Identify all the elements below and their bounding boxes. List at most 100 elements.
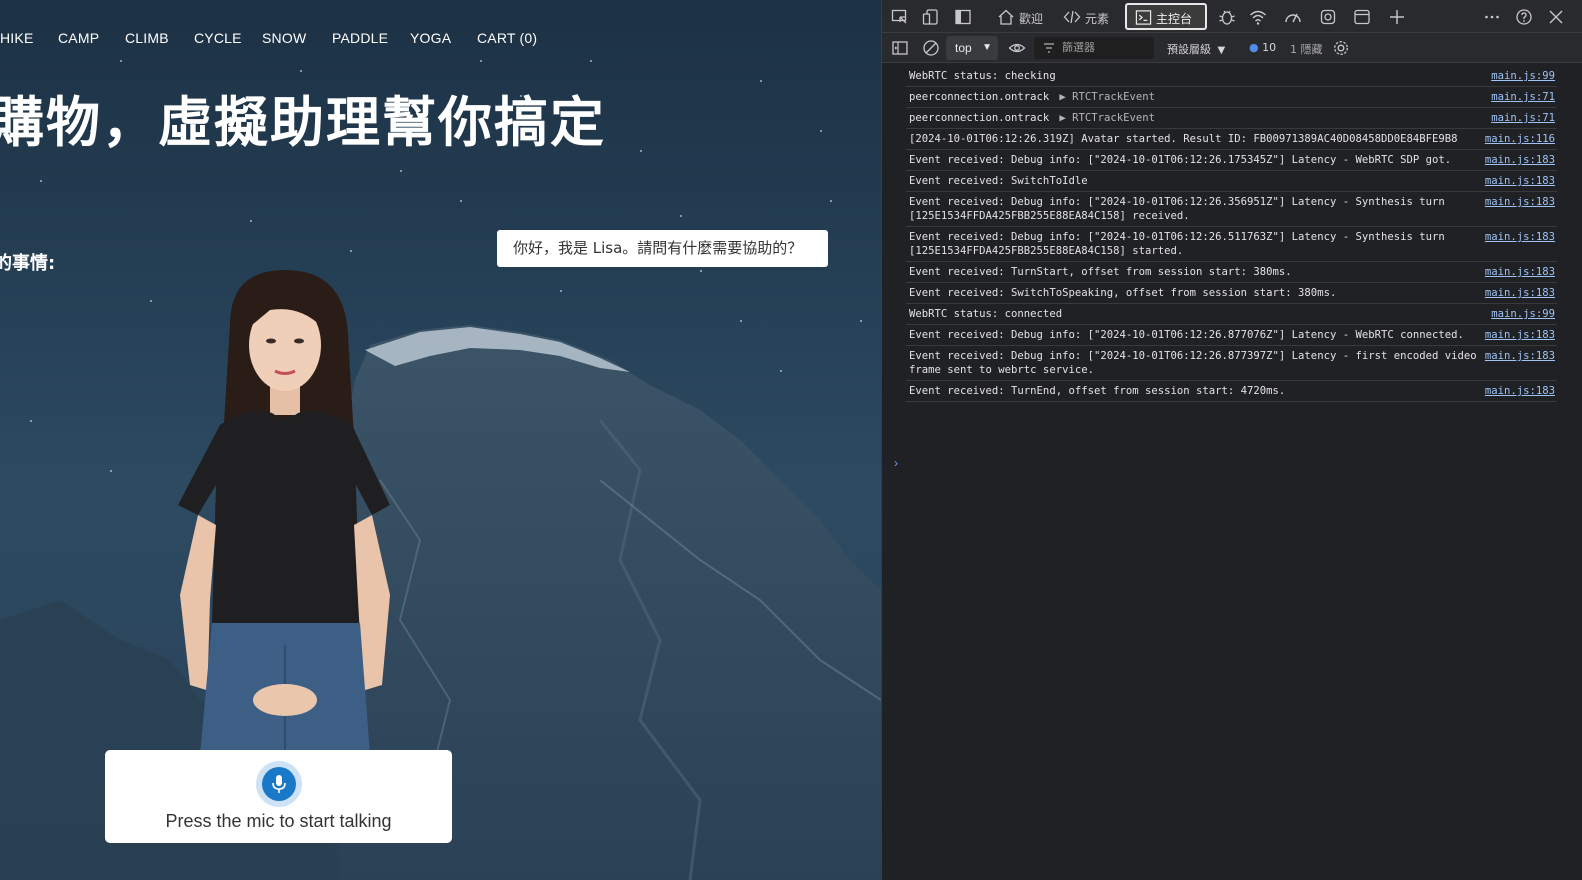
- console-filter-input[interactable]: 篩選器: [1034, 37, 1154, 59]
- mic-button[interactable]: [256, 761, 302, 807]
- console-message-text: Event received: TurnStart, offset from s…: [909, 266, 1292, 278]
- console-message-text: Event received: Debug info: ["2024-10-01…: [909, 154, 1452, 166]
- settings-gear-icon[interactable]: [1319, 8, 1337, 26]
- mic-instruction-text: Press the mic to start talking: [165, 811, 392, 831]
- add-tab-icon[interactable]: [1388, 8, 1406, 26]
- issues-count: 10: [1262, 41, 1277, 54]
- chevron-down-icon: ▼: [982, 42, 992, 53]
- nav-cycle[interactable]: CYCLE: [194, 30, 242, 46]
- nav-cart[interactable]: CART (0): [477, 30, 537, 46]
- console-message-text: Event received: Debug info: ["2024-10-01…: [909, 196, 1452, 222]
- console-message: Event received: Debug info: ["2024-10-01…: [906, 325, 1557, 346]
- sidebar-toggle-icon[interactable]: [891, 39, 909, 57]
- source-link[interactable]: main.js:183: [1485, 286, 1555, 300]
- source-link[interactable]: main.js:99: [1491, 307, 1555, 321]
- filter-placeholder: 篩選器: [1062, 41, 1095, 54]
- message-icon: ●: [1249, 41, 1259, 54]
- assistant-speech-bubble: 你好，我是 Lisa。請問有什麼需要協助的？: [497, 230, 828, 267]
- console-message-text: Event received: Debug info: ["2024-10-01…: [909, 231, 1452, 257]
- home-icon[interactable]: [997, 8, 1015, 26]
- application-icon[interactable]: [1353, 8, 1371, 26]
- microphone-icon: [262, 767, 296, 801]
- console-message-text: [2024-10-01T06:12:26.319Z] Avatar starte…: [909, 133, 1458, 145]
- console-message: Event received: TurnStart, offset from s…: [906, 262, 1557, 283]
- expandable-object[interactable]: ▶ RTCTrackEvent: [1059, 91, 1155, 103]
- issues-counter[interactable]: ● 10: [1249, 41, 1276, 54]
- console-message-text: Event received: SwitchToSpeaking, offset…: [909, 287, 1337, 299]
- screen: HIKE CAMP CLIMB CYCLE SNOW PADDLE YOGA C…: [0, 0, 1582, 880]
- bug-icon[interactable]: [1218, 8, 1236, 26]
- console-message: Event received: SwitchToIdle main.js:183: [906, 171, 1557, 192]
- inspect-element-icon[interactable]: [891, 8, 909, 26]
- avatar-video: [178, 270, 390, 755]
- log-levels-label: 預設層級: [1167, 43, 1211, 56]
- dock-side-icon[interactable]: [954, 8, 972, 26]
- nav-yoga[interactable]: YOGA: [410, 30, 451, 46]
- source-link[interactable]: main.js:183: [1485, 349, 1555, 363]
- console-icon: [1135, 10, 1152, 25]
- console-message: WebRTC status: checking main.js:99: [906, 66, 1557, 87]
- console-message: [2024-10-01T06:12:26.319Z] Avatar starte…: [906, 129, 1557, 150]
- help-icon[interactable]: [1515, 8, 1533, 26]
- performance-icon[interactable]: [1284, 8, 1302, 26]
- website-viewport: HIKE CAMP CLIMB CYCLE SNOW PADDLE YOGA C…: [0, 0, 881, 880]
- source-link[interactable]: main.js:183: [1485, 174, 1555, 188]
- devtools-main-toolbar: 歡迎 元素 主控台: [882, 0, 1582, 33]
- console-message: WebRTC status: connected main.js:99: [906, 304, 1557, 325]
- console-message: Event received: Debug info: ["2024-10-01…: [906, 227, 1557, 262]
- source-link[interactable]: main.js:183: [1485, 384, 1555, 398]
- console-message: Event received: Debug info: ["2024-10-01…: [906, 150, 1557, 171]
- device-emulation-icon[interactable]: [922, 8, 940, 26]
- console-message: peerconnection.ontrack ▶ RTCTrackEvent mai…: [906, 87, 1557, 108]
- console-message: Event received: Debug info: ["2024-10-01…: [906, 346, 1557, 381]
- nav-snow[interactable]: SNOW: [262, 30, 306, 46]
- more-options-icon[interactable]: [1483, 8, 1501, 26]
- section-subheading: 的事情:: [0, 253, 56, 274]
- source-link[interactable]: main.js:99: [1491, 69, 1555, 83]
- mic-panel: Press the mic to start talking: [105, 750, 452, 843]
- wifi-icon[interactable]: [1249, 8, 1267, 26]
- source-link[interactable]: main.js:71: [1491, 90, 1555, 104]
- console-message-text: Event received: Debug info: ["2024-10-01…: [909, 329, 1464, 341]
- chevron-down-icon: ▼: [1217, 45, 1226, 56]
- tab-console[interactable]: 主控台: [1125, 3, 1207, 30]
- console-message-text: Event received: Debug info: ["2024-10-01…: [909, 350, 1484, 376]
- nav-climb[interactable]: CLIMB: [125, 30, 169, 46]
- console-message-text: Event received: SwitchToIdle: [909, 175, 1088, 187]
- live-expression-eye-icon[interactable]: [1008, 39, 1026, 57]
- devtools-panel: 歡迎 元素 主控台 top ▼ 篩選器 預設層級 ▼ ● 10 1 隱藏 Web…: [881, 0, 1582, 880]
- nav-hike[interactable]: HIKE: [0, 30, 33, 46]
- nav-paddle[interactable]: PADDLE: [332, 30, 388, 46]
- console-message-text: peerconnection.ontrack: [909, 91, 1050, 103]
- source-link[interactable]: main.js:116: [1485, 132, 1555, 146]
- hero-title: 購物，虛擬助理幫你搞定: [0, 91, 606, 154]
- code-icon[interactable]: [1063, 8, 1081, 26]
- clear-console-icon[interactable]: [922, 39, 940, 57]
- source-link[interactable]: main.js:71: [1491, 111, 1555, 125]
- console-message: Event received: SwitchToSpeaking, offset…: [906, 283, 1557, 304]
- console-message-text: WebRTC status: connected: [909, 308, 1063, 320]
- context-selector-value: top: [955, 41, 972, 55]
- tab-welcome[interactable]: 歡迎: [1019, 10, 1043, 27]
- source-link[interactable]: main.js:183: [1485, 328, 1555, 342]
- console-message: peerconnection.ontrack ▶ RTCTrackEvent mai…: [906, 108, 1557, 129]
- console-settings-gear-icon[interactable]: [1332, 39, 1350, 57]
- expandable-object[interactable]: ▶ RTCTrackEvent: [1059, 112, 1155, 124]
- close-icon[interactable]: [1547, 8, 1565, 26]
- console-log: WebRTC status: checking main.js:99 peercon…: [882, 66, 1582, 402]
- source-link[interactable]: main.js:183: [1485, 265, 1555, 279]
- console-message: Event received: Debug info: ["2024-10-01…: [906, 192, 1557, 227]
- console-prompt[interactable]: ›: [894, 456, 898, 470]
- filter-icon: [1044, 43, 1054, 53]
- nav-camp[interactable]: CAMP: [58, 30, 99, 46]
- console-message-text: WebRTC status: checking: [909, 70, 1056, 82]
- console-message: Event received: TurnEnd, offset from ses…: [906, 381, 1557, 402]
- console-message-text: Event received: TurnEnd, offset from ses…: [909, 385, 1286, 397]
- log-levels-dropdown[interactable]: 預設層級 ▼: [1167, 41, 1225, 57]
- hidden-count: 1 隱藏: [1290, 43, 1323, 56]
- context-selector[interactable]: top ▼: [946, 36, 998, 60]
- tab-elements[interactable]: 元素: [1085, 10, 1109, 27]
- source-link[interactable]: main.js:183: [1485, 195, 1555, 209]
- source-link[interactable]: main.js:183: [1485, 230, 1555, 244]
- source-link[interactable]: main.js:183: [1485, 153, 1555, 167]
